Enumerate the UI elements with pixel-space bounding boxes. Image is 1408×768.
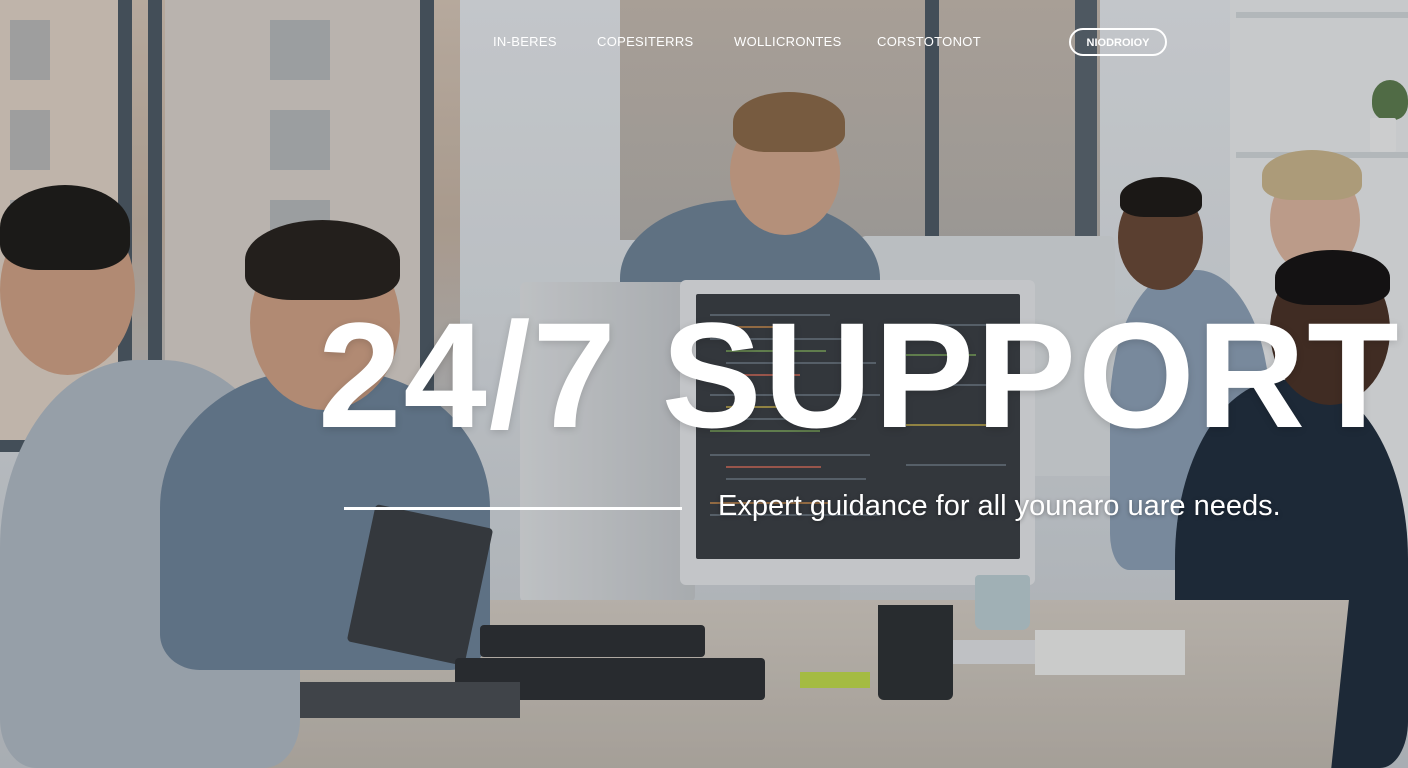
nav-cta-button[interactable]: NIODROIOY — [1069, 28, 1167, 56]
hero-tagline: Expert guidance for all younaro uare nee… — [718, 490, 1281, 522]
hero-divider — [344, 507, 682, 510]
nav-link-4[interactable]: CORSTOTONOT — [877, 34, 981, 49]
nav-link-1[interactable]: IN-BERES — [493, 34, 557, 49]
hero-headline: 24/7 SUPPORT — [318, 291, 1401, 459]
top-navigation: IN-BERES COPESITERRS WOLLICRONTES CORSTO… — [0, 34, 1408, 54]
nav-link-2[interactable]: COPESITERRS — [597, 34, 693, 49]
nav-link-3[interactable]: WOLLICRONTES — [734, 34, 842, 49]
